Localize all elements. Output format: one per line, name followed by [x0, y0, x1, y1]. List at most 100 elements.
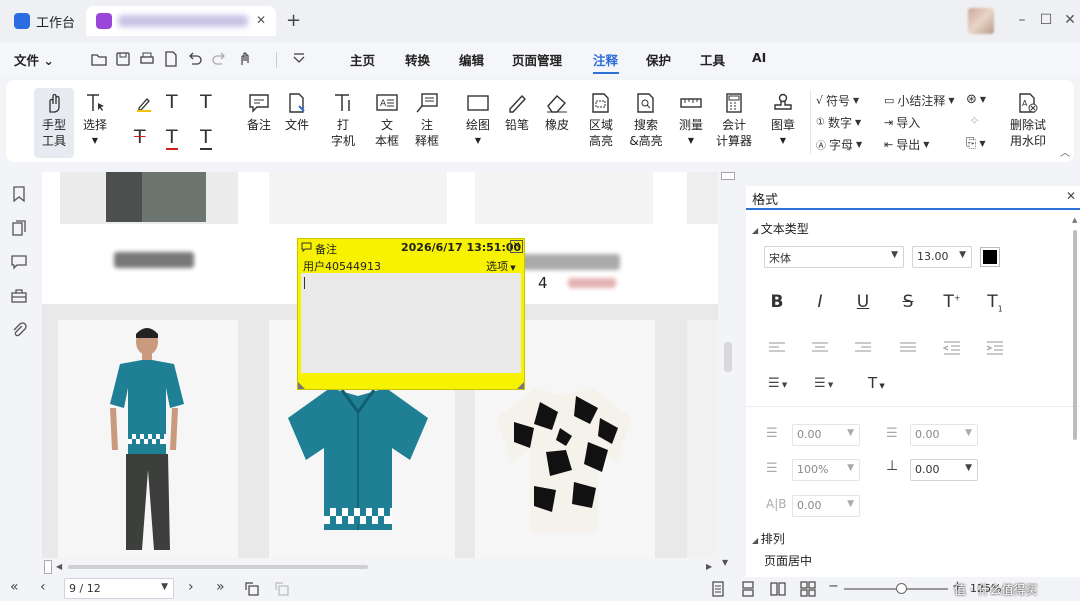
- summary-annotation-button[interactable]: ▭ 小结注释 ▼: [884, 92, 955, 109]
- indent-increase-icon[interactable]: [986, 341, 1004, 355]
- import-button[interactable]: ⇥ 导入: [884, 114, 920, 131]
- pencil-button[interactable]: 铅笔: [502, 92, 532, 133]
- align-right-icon[interactable]: [854, 341, 872, 355]
- align-left-icon[interactable]: [768, 341, 786, 355]
- zoom-slider[interactable]: [844, 583, 948, 594]
- insert-text-icon[interactable]: T: [200, 126, 212, 150]
- menu-home[interactable]: 主页: [350, 50, 375, 69]
- comments-panel-icon[interactable]: [11, 254, 27, 270]
- strikethrough-button[interactable]: S: [897, 292, 919, 312]
- accounting-calculator-button[interactable]: 会计 计算器: [714, 92, 754, 149]
- prev-page-icon[interactable]: ‹: [40, 579, 46, 595]
- stamp-button[interactable]: 图章 ▼: [768, 92, 798, 149]
- indent-left-field[interactable]: 0.00 ▼: [792, 424, 860, 446]
- underline-button[interactable]: U: [852, 292, 874, 312]
- char-spacing-field[interactable]: 0.00 ▼: [792, 495, 860, 517]
- page-number-select[interactable]: 9 / 12 ▼: [64, 578, 174, 599]
- align-center-icon[interactable]: [811, 341, 829, 355]
- font-family-select[interactable]: 宋体 ▼: [764, 246, 904, 268]
- tab-document[interactable]: ✕: [86, 6, 276, 36]
- measure-button[interactable]: 测量 ▼: [676, 92, 706, 149]
- note-close-icon[interactable]: ✕: [510, 240, 523, 253]
- scroll-thumb[interactable]: [724, 342, 732, 372]
- hand-dropdown-icon[interactable]: [236, 50, 254, 68]
- select-button[interactable]: 选择 ▼: [78, 92, 112, 149]
- last-page-icon[interactable]: »: [216, 579, 225, 595]
- hand-tool-button[interactable]: 手型 工具: [34, 88, 74, 158]
- menu-convert[interactable]: 转换: [405, 50, 430, 69]
- first-page-icon[interactable]: «: [10, 579, 19, 595]
- menu-page-manage[interactable]: 页面管理: [512, 50, 562, 69]
- scroll-down-icon[interactable]: ▼: [722, 558, 728, 567]
- indent-right-field[interactable]: 0.00 ▼: [910, 424, 978, 446]
- panel-scroll-up-icon[interactable]: ▲: [1072, 216, 1077, 224]
- resize-handle-right[interactable]: [517, 382, 524, 389]
- h-scroll-thumb[interactable]: [68, 565, 368, 569]
- textbox-button[interactable]: A 文本框: [372, 92, 402, 149]
- redo-icon[interactable]: [210, 50, 228, 68]
- eraser-button[interactable]: 橡皮: [542, 92, 572, 133]
- menu-ai[interactable]: AI: [752, 50, 766, 65]
- collapse-ribbon-icon[interactable]: ︿: [1060, 144, 1070, 159]
- note-button[interactable]: 备注: [244, 92, 274, 133]
- superscript-button[interactable]: T+: [941, 292, 963, 312]
- link-dropdown-icon[interactable]: ⊛ ▼: [966, 92, 986, 107]
- arrange-section[interactable]: ◢ 排列: [752, 530, 785, 547]
- format-panel-close-icon[interactable]: ✕: [1066, 189, 1076, 203]
- file-menu[interactable]: 文件 ⌄: [14, 50, 54, 69]
- vertical-scrollbar[interactable]: ▼: [718, 172, 740, 572]
- line-spacing-field[interactable]: 100% ▼: [792, 459, 860, 481]
- subscript-button[interactable]: T1: [984, 292, 1006, 313]
- resize-handle-left[interactable]: [298, 382, 305, 389]
- save-icon[interactable]: [114, 50, 132, 68]
- menu-protect[interactable]: 保护: [646, 50, 671, 69]
- horizontal-scrollbar[interactable]: ◀ ▶: [42, 558, 718, 576]
- export-file-icon[interactable]: [162, 50, 180, 68]
- undo-icon[interactable]: [186, 50, 204, 68]
- panel-scroll-thumb[interactable]: [1073, 230, 1077, 440]
- rotate-page-icon[interactable]: [244, 581, 260, 597]
- menu-edit[interactable]: 编辑: [459, 50, 484, 69]
- minimize-icon[interactable]: –: [1012, 12, 1032, 28]
- next-page-icon[interactable]: ›: [188, 579, 194, 595]
- sticky-note-popup[interactable]: 备注 2026/6/17 13:51:00 ✕ 用户40544913 选项 ▼: [297, 238, 525, 390]
- bullet-list-dropdown[interactable]: ☰ ▼: [768, 376, 787, 391]
- maximize-icon[interactable]: ☐: [1036, 12, 1056, 28]
- italic-button[interactable]: I: [809, 292, 831, 312]
- drawing-button[interactable]: 绘图 ▼: [460, 92, 496, 149]
- file-attach-button[interactable]: 文件: [282, 92, 312, 133]
- squiggly-text-icon[interactable]: T: [200, 91, 212, 113]
- single-page-view-icon[interactable]: [710, 581, 726, 597]
- note-text-area[interactable]: [301, 273, 521, 373]
- new-tab-button[interactable]: +: [286, 10, 301, 31]
- two-page-view-icon[interactable]: [770, 581, 786, 597]
- pages-icon[interactable]: [11, 220, 27, 236]
- letter-button[interactable]: Ⓐ 字母 ▼: [816, 136, 862, 153]
- strikeout-icon[interactable]: T: [134, 126, 146, 148]
- zoom-slider-thumb[interactable]: [896, 583, 908, 594]
- note-options-button[interactable]: 选项 ▼: [486, 258, 516, 274]
- toolbox-icon[interactable]: [11, 288, 27, 304]
- indent-decrease-icon[interactable]: [943, 341, 961, 355]
- underline-text-icon[interactable]: T: [166, 91, 178, 113]
- pin-icon[interactable]: ✧: [969, 114, 980, 129]
- menu-annotate[interactable]: 注释: [593, 50, 618, 69]
- typewriter-button[interactable]: 打字机: [330, 92, 356, 149]
- font-color-picker[interactable]: [980, 247, 1000, 267]
- tab-workbench[interactable]: 工作台: [4, 6, 80, 36]
- continuous-view-icon[interactable]: [740, 581, 756, 597]
- symbol-button[interactable]: √ 符号 ▼: [816, 92, 859, 109]
- area-highlight-button[interactable]: 区域 高亮: [586, 92, 616, 149]
- text-effects-dropdown[interactable]: T ▼: [868, 374, 885, 392]
- replace-text-icon[interactable]: T: [166, 126, 178, 150]
- paste-dropdown-icon[interactable]: ⎘ ▼: [966, 136, 986, 151]
- grid-view-icon[interactable]: [800, 581, 816, 597]
- number-button[interactable]: ① 数字 ▼: [816, 114, 861, 131]
- bold-button[interactable]: B: [766, 292, 788, 312]
- paragraph-spacing-field[interactable]: 0.00 ▼: [910, 459, 978, 481]
- search-highlight-button[interactable]: 搜索 &高亮: [626, 92, 666, 149]
- bookmark-icon[interactable]: [11, 186, 27, 202]
- remove-watermark-button[interactable]: A 删除试 用水印: [1006, 92, 1050, 149]
- close-window-icon[interactable]: ✕: [1060, 12, 1080, 28]
- highlight-icon[interactable]: [134, 94, 154, 114]
